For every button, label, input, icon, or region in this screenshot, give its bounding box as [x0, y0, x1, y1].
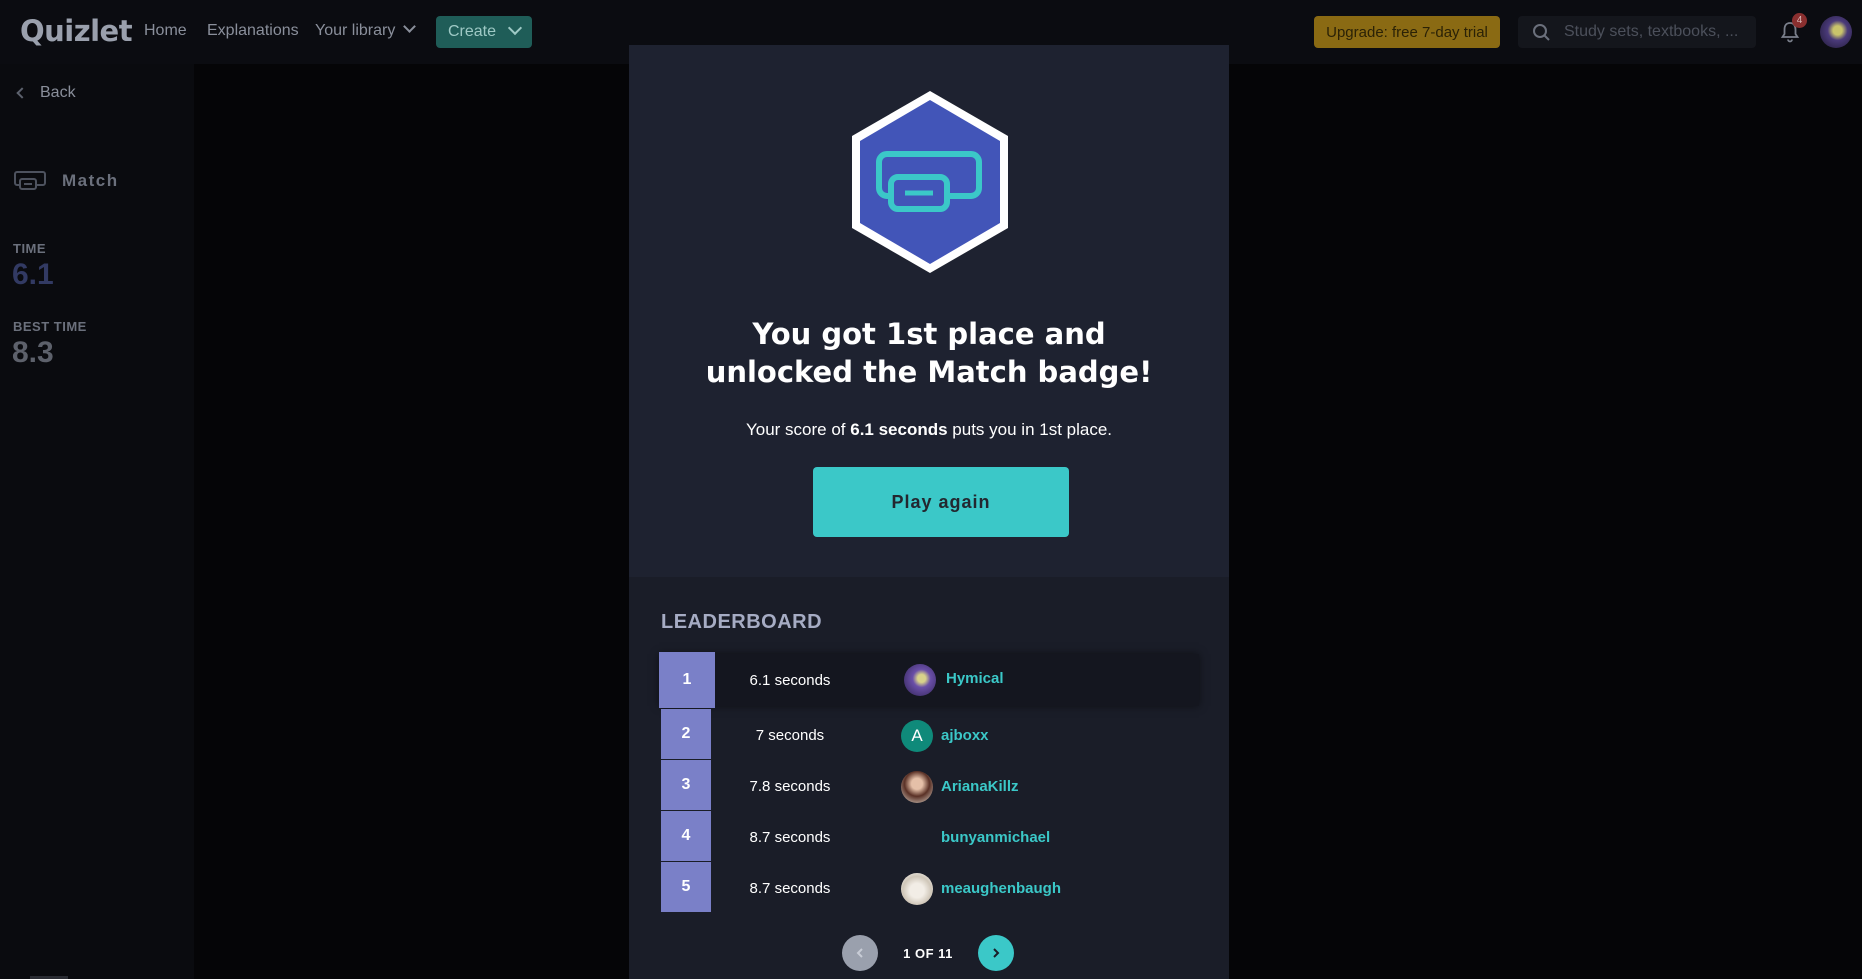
nav-your-library-label: Your library	[315, 22, 396, 39]
quizlet-logo[interactable]: Quizlet	[20, 14, 133, 48]
chevron-right-icon	[993, 948, 1000, 958]
study-mode-label: Match	[62, 171, 119, 190]
score-prefix: Your score of	[745, 420, 851, 439]
leaderboard-pagination: 1 OF 11	[629, 935, 1229, 971]
back-link-label: Back	[40, 84, 76, 101]
back-link[interactable]: Back	[16, 84, 76, 102]
play-again-button[interactable]: Play again	[813, 467, 1069, 537]
nav-home[interactable]: Home	[144, 22, 187, 40]
leaderboard-time: 8.7 seconds	[749, 828, 831, 846]
rank-badge: 3	[661, 760, 711, 810]
chevron-left-icon	[856, 948, 863, 958]
nav-your-library[interactable]: Your library	[315, 20, 417, 40]
chevron-down-icon	[507, 20, 523, 36]
avatar	[901, 771, 933, 803]
match-mode-icon	[14, 171, 46, 190]
results-modal: You got 1st place and unlocked the Match…	[629, 45, 1229, 979]
headline-line-2: unlocked the Match badge!	[705, 355, 1153, 389]
leaderboard-username[interactable]: meaughenbaugh	[941, 862, 1061, 914]
create-button[interactable]: Create	[436, 16, 532, 48]
previous-page-button[interactable]	[842, 935, 878, 971]
page-indicator: 1 OF 11	[903, 945, 953, 961]
leaderboard-row: 1 6.1 seconds Hymical	[659, 652, 1199, 708]
leaderboard-username[interactable]: Hymical	[946, 652, 1004, 704]
time-value: 6.1	[12, 258, 54, 291]
leaderboard-time: 7.8 seconds	[749, 777, 831, 795]
upgrade-button[interactable]: Upgrade: free 7-day trial	[1314, 16, 1500, 48]
leaderboard-time: 8.7 seconds	[749, 879, 831, 897]
leaderboard-time: 7 seconds	[755, 726, 825, 744]
leaderboard-username[interactable]: bunyanmichael	[941, 811, 1050, 863]
score-summary: Your score of 6.1 seconds puts you in 1s…	[629, 420, 1229, 440]
leaderboard-row: 3 7.8 seconds ArianaKillz	[659, 760, 1199, 812]
rank-badge: 2	[661, 709, 711, 759]
match-badge-icon	[852, 91, 1008, 273]
result-headline: You got 1st place and unlocked the Match…	[629, 315, 1229, 391]
best-time-label: BEST TIME	[13, 319, 87, 334]
leaderboard-row: 4 8.7 seconds bunyanmichael	[659, 811, 1199, 863]
rank-badge: 1	[659, 652, 715, 708]
user-avatar[interactable]	[1820, 16, 1852, 48]
headline-line-1: You got 1st place and	[752, 317, 1106, 351]
sidebar	[0, 64, 194, 979]
search-placeholder: Study sets, textbooks, ...	[1564, 23, 1739, 40]
score-suffix: puts you in 1st place.	[947, 420, 1113, 439]
search-input[interactable]: Study sets, textbooks, ...	[1518, 16, 1756, 48]
avatar	[904, 664, 936, 696]
leaderboard-username[interactable]: ArianaKillz	[941, 760, 1019, 812]
rank-badge: 5	[661, 862, 711, 912]
create-button-label: Create	[448, 23, 497, 40]
chevron-left-icon	[16, 87, 28, 99]
rank-badge: 4	[661, 811, 711, 861]
chevron-down-icon	[403, 20, 417, 33]
leaderboard-time: 6.1 seconds	[749, 671, 831, 689]
study-mode-match: Match	[14, 170, 119, 192]
leaderboard-row: 2 7 seconds A ajboxx	[659, 709, 1199, 761]
leaderboard-row: 5 8.7 seconds meaughenbaugh	[659, 862, 1199, 914]
avatar	[901, 873, 933, 905]
time-label: TIME	[13, 241, 47, 256]
avatar: A	[901, 720, 933, 752]
nav-explanations[interactable]: Explanations	[207, 22, 299, 40]
leaderboard-username[interactable]: ajboxx	[941, 709, 989, 761]
search-icon	[1533, 24, 1550, 41]
best-time-value: 8.3	[12, 336, 54, 369]
score-value: 6.1 seconds	[850, 420, 948, 439]
notification-count-badge: 4	[1792, 13, 1807, 28]
leaderboard-title: LEADERBOARD	[661, 611, 823, 633]
next-page-button[interactable]	[978, 935, 1014, 971]
